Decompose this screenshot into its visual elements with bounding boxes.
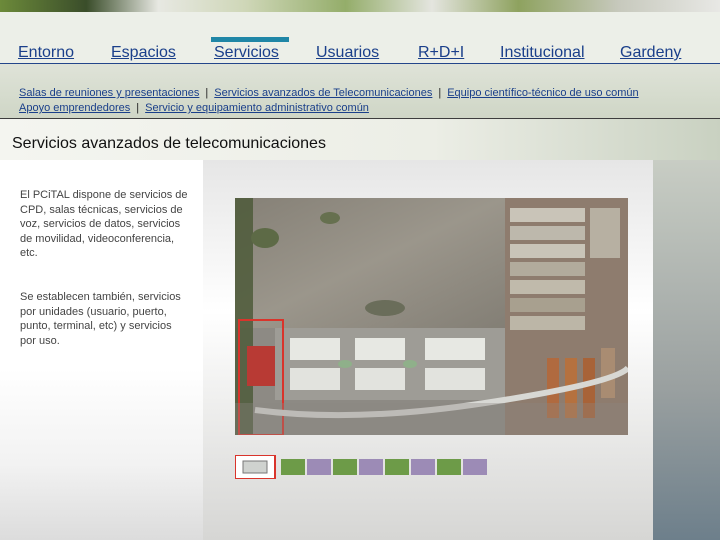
sub-nav: Salas de reuniones y presentaciones | Serv… [0,64,720,118]
nav-tab-institucional[interactable]: Institucional [500,44,585,62]
planned-building-row [281,459,487,475]
planned-buildings-strip [234,454,497,480]
sub-link-telecomunicaciones[interactable]: Servicios avanzados de Telecomunicacione… [214,87,432,99]
sub-link-apoyo-emprendedores[interactable]: Apoyo emprendedores [19,102,130,114]
description-panel: El PCiTAL dispone de servicios de CPD, s… [0,160,203,540]
sub-link-equipo-cientifico[interactable]: Equipo científico-técnico de uso común [447,87,638,99]
description-paragraph-1: El PCiTAL dispone de servicios de CPD, s… [20,189,188,260]
sub-nav-separator: | [205,87,209,99]
tree-cluster [251,228,279,248]
nav-tab-servicios[interactable]: Servicios [214,44,279,62]
sub-link-servicio-administrativo[interactable]: Servicio y equipamiento administrativo c… [145,102,369,114]
aerial-map-graphic [235,198,628,435]
nav-tab-gardeny[interactable]: Gardeny [620,44,681,62]
sub-nav-row-2: Apoyo emprendedores | Servicio y equipamie… [19,102,369,114]
nav-tab-entorno[interactable]: Entorno [18,44,74,62]
side-photo-strip [653,160,720,540]
sub-link-salas-reuniones[interactable]: Salas de reuniones y presentaciones [19,87,199,99]
header-photo-band [0,0,720,12]
planned-buildings-graphic [234,454,487,480]
tree-line-left [235,198,253,435]
sub-nav-separator: | [438,87,442,99]
active-tab-indicator [211,37,289,42]
sub-nav-row-1: Salas de reuniones y presentaciones | Serv… [19,87,639,99]
highlighted-building [247,346,275,386]
nav-tab-espacios[interactable]: Espacios [111,44,176,62]
page-title: Servicios avanzados de telecomunicacione… [12,135,326,152]
sub-nav-separator: | [136,102,140,114]
southern-lot [235,403,628,435]
description-paragraph-2: Se establecen también, servicios por uni… [20,291,181,347]
aerial-site-plan-image [235,198,628,435]
tree-cluster [365,300,405,316]
tree-cluster [320,212,340,224]
nav-tab-usuarios[interactable]: Usuarios [316,44,379,62]
main-nav: Entorno Espacios Servicios Usuarios R+D+… [0,12,720,64]
nav-tab-rdi[interactable]: R+D+I [418,44,464,62]
